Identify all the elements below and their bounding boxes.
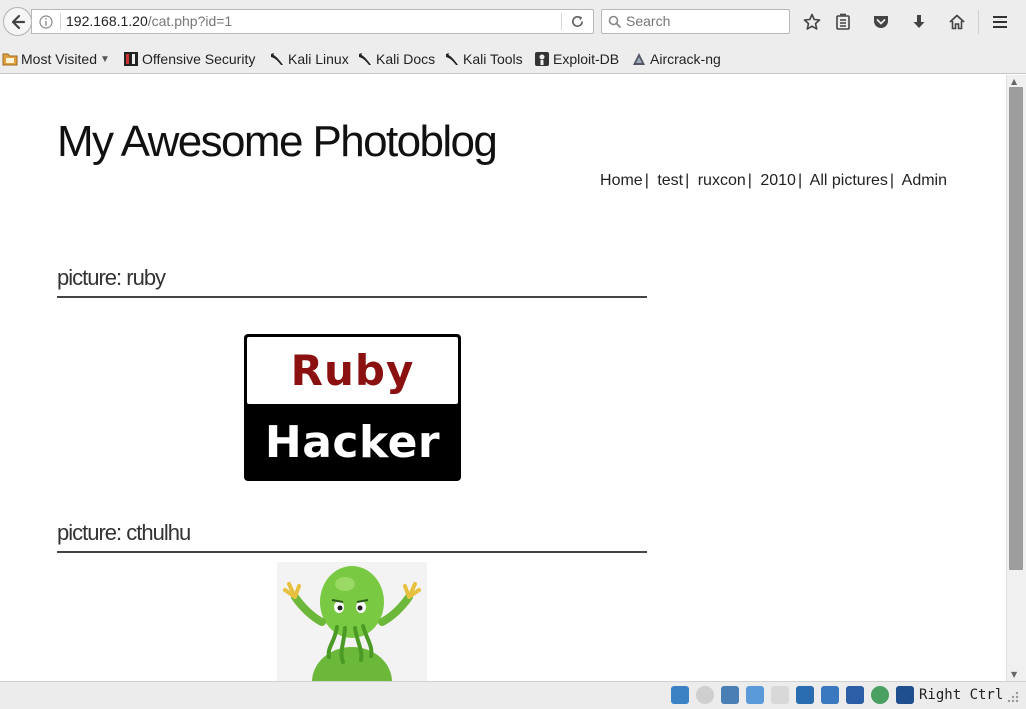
host-key-label: Right Ctrl [919,687,1004,703]
bookmark-label: Aircrack-ng [650,51,721,67]
url-path: /cat.php?id=1 [147,13,233,29]
offsec-icon [123,51,139,67]
url-divider [60,13,61,30]
pocket-button[interactable] [870,11,892,33]
nav-link-2010[interactable]: 2010 [760,172,796,189]
nav-link-all-pictures[interactable]: All pictures [810,172,888,189]
home-icon [949,14,965,30]
scroll-thumb[interactable] [1009,87,1023,570]
bookmarks-toolbar: Most Visited ▼ Offensive Security Kali L… [0,44,1026,74]
scroll-down-arrow-icon[interactable]: ▼ [1011,670,1017,679]
kali-dragon-icon [357,51,373,67]
shared-folder-icon[interactable] [771,686,789,704]
kali-dragon-icon [444,51,460,67]
bookmark-label: Kali Tools [463,51,523,67]
url-text[interactable]: 192.168.1.20/cat.php?id=1 [66,13,232,29]
nav-link-ruxcon[interactable]: ruxcon [698,172,746,189]
hamburger-menu-icon [993,16,1007,28]
nav-separator: | [644,172,649,189]
ruby-image-word: Ruby [290,346,415,395]
bookmark-kali-docs[interactable]: Kali Docs [357,49,435,69]
browser-toolbar: 192.168.1.20/cat.php?id=1 Search [0,0,1026,44]
downloads-button[interactable] [908,11,930,33]
home-button[interactable] [946,11,968,33]
vm-status-bar: Right Ctrl [0,681,1026,709]
ruby-image-bottom: Hacker [244,404,461,481]
nav-separator: | [889,172,895,189]
folder-icon [2,51,18,67]
url-divider-right [561,13,562,30]
bookmark-aircrack-ng[interactable]: Aircrack-ng [631,49,721,69]
resize-grip-icon[interactable] [1006,690,1020,704]
info-icon[interactable] [39,15,53,29]
cthulhu-illustration [283,566,421,681]
bookmark-label: Exploit-DB [553,51,620,67]
menu-button[interactable] [989,11,1011,33]
audio-icon[interactable] [721,686,739,704]
back-button[interactable] [3,7,32,36]
bookmark-label: Offensive Security [142,51,256,67]
ruby-hacker-image[interactable]: Ruby Hacker [244,334,461,481]
network-icon[interactable] [821,686,839,704]
mouse-integration-icon[interactable] [896,686,914,704]
dropdown-arrow-icon: ▼ [100,53,110,65]
download-arrow-icon [913,15,925,28]
nav-link-test[interactable]: test [657,172,683,189]
pocket-icon [874,16,888,28]
hacker-image-word: Hacker [264,417,441,468]
usb-icon[interactable] [746,686,764,704]
cpu-activity-icon[interactable] [871,686,889,704]
bookmark-offensive-security[interactable]: Offensive Security [123,49,255,69]
site-title: My Awesome Photoblog [57,117,498,166]
cthulhu-image[interactable] [277,562,427,681]
nav-link-admin[interactable]: Admin [902,172,947,189]
exploitdb-icon [534,51,550,67]
picture-heading-ruby: picture: ruby [57,265,647,298]
url-host: 192.168.1.20 [66,13,148,29]
bookmark-kali-tools[interactable]: Kali Tools [444,49,523,69]
picture-heading-cthulhu: picture: cthulhu [57,520,647,553]
reading-list-icon [836,13,850,30]
nav-separator: | [685,172,690,189]
nav-link-home[interactable]: Home [600,172,643,189]
kali-dragon-icon [269,51,285,67]
bookmark-exploit-db[interactable]: Exploit-DB [534,49,619,69]
search-bar[interactable]: Search [601,9,790,34]
back-arrow-icon [11,14,25,29]
bookmark-label: Kali Linux [288,51,349,67]
bookmark-star-button[interactable] [801,11,823,33]
video-capture-icon[interactable] [846,686,864,704]
star-icon [803,13,821,30]
bookmark-label: Kali Docs [376,51,436,67]
optical-drive-icon[interactable] [696,686,714,704]
bookmark-kali-linux[interactable]: Kali Linux [269,49,349,69]
display-icon[interactable] [796,686,814,704]
reading-list-button[interactable] [832,11,854,33]
scroll-up-arrow-icon[interactable]: ▲ [1011,77,1017,86]
nav-separator: | [747,172,752,189]
bookmark-label: Most Visited [21,51,97,67]
page-scrollbar[interactable]: ▲ ▼ [1006,75,1026,681]
hard-disk-icon[interactable] [671,686,689,704]
aircrack-icon [631,51,647,67]
search-icon [608,15,622,29]
toolbar-divider [978,10,979,34]
ruby-image-top: Ruby [247,337,458,404]
bookmark-most-visited[interactable]: Most Visited ▼ [2,49,110,69]
site-nav: Home | test | ruxcon | 2010 | All pictures | … [600,172,947,190]
url-bar[interactable]: 192.168.1.20/cat.php?id=1 [31,9,594,34]
reload-icon[interactable] [570,14,585,29]
search-placeholder: Search [626,13,671,29]
nav-separator: | [797,172,803,189]
page-viewport: My Awesome Photoblog Home | test | ruxcon |… [0,75,1006,681]
